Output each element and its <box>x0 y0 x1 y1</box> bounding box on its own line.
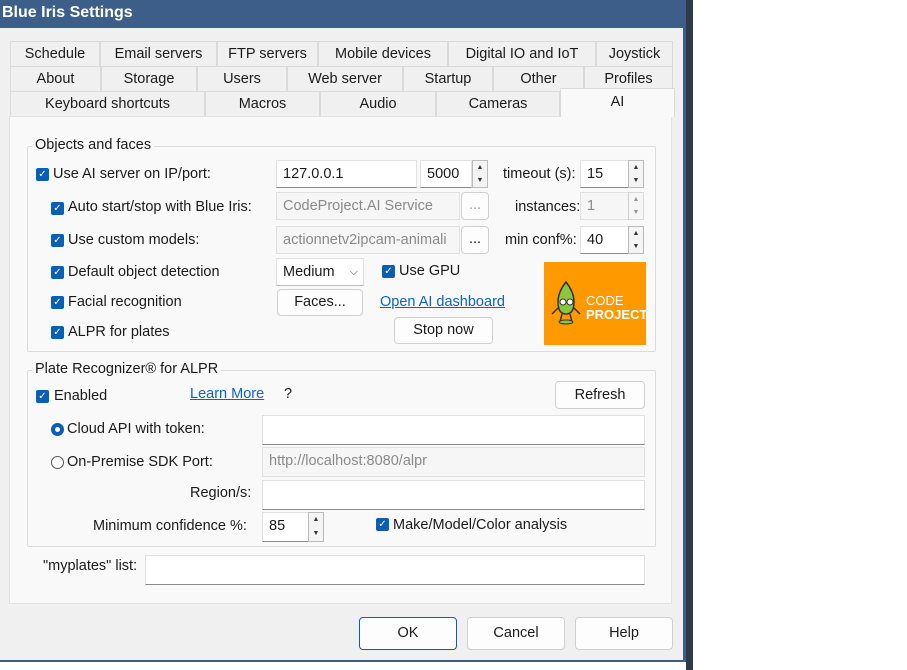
plate-min-conf-label: Minimum confidence %: <box>93 518 247 534</box>
tab-email-servers[interactable]: Email servers <box>100 41 217 66</box>
service-browse-button[interactable]: ... <box>461 192 489 220</box>
custom-models-label: Use custom models: <box>68 232 200 248</box>
tab-cameras[interactable]: Cameras <box>436 91 560 116</box>
tab-ftp-servers[interactable]: FTP servers <box>217 41 318 66</box>
facial-recognition-label: Facial recognition <box>68 294 182 310</box>
min-conf-spinner[interactable]: ▲ ▼ <box>628 226 644 254</box>
region-label: Region/s: <box>190 485 252 501</box>
help-question[interactable]: ? <box>284 386 292 402</box>
tab-audio[interactable]: Audio <box>320 91 436 116</box>
ai-ip-field[interactable]: 127.0.0.1 <box>276 160 417 188</box>
ok-button[interactable]: OK <box>359 617 457 650</box>
detection-mode-select[interactable]: Medium ⌵ <box>276 258 364 286</box>
ai-port-field[interactable]: 5000 <box>420 160 472 188</box>
cloud-api-radio[interactable] <box>51 423 64 436</box>
on-premise-port-field[interactable]: http://localhost:8080/alpr <box>262 447 645 477</box>
plate-group-title: Plate Recognizer® for ALPR <box>32 361 222 377</box>
auto-start-label: Auto start/stop with Blue Iris: <box>68 199 252 215</box>
custom-models-checkbox[interactable]: ✓ <box>51 234 64 247</box>
alpr-label: ALPR for plates <box>68 324 170 340</box>
arrow-up-icon[interactable]: ▲ <box>309 513 323 527</box>
custom-models-field[interactable]: actionnetv2ipcam-animali <box>276 226 460 254</box>
default-detection-checkbox[interactable]: ✓ <box>51 266 64 279</box>
learn-more-link[interactable]: Learn More <box>190 386 264 402</box>
arrow-down-icon[interactable]: ▼ <box>629 206 643 219</box>
codeproject-logo: CODE PROJECT <box>544 262 647 345</box>
arrow-up-icon[interactable]: ▲ <box>629 227 643 240</box>
use-ai-server-label: Use AI server on IP/port: <box>53 166 211 182</box>
arrow-up-icon[interactable]: ▲ <box>629 161 643 174</box>
myplates-field[interactable] <box>145 555 645 585</box>
timeout-label: timeout (s): <box>503 166 576 182</box>
instances-field[interactable]: 1 <box>580 192 629 220</box>
arrow-down-icon[interactable]: ▼ <box>629 240 643 253</box>
tab-schedule[interactable]: Schedule <box>10 41 100 66</box>
use-ai-server-checkbox[interactable]: ✓ <box>36 168 49 181</box>
instances-spinner[interactable]: ▲ ▼ <box>628 192 644 220</box>
help-button[interactable]: Help <box>575 617 673 650</box>
tab-ai[interactable]: AI <box>560 88 675 117</box>
tab-digital-io[interactable]: Digital IO and IoT <box>448 41 596 66</box>
use-gpu-label: Use GPU <box>399 263 461 279</box>
plate-enabled-label: Enabled <box>54 388 108 404</box>
min-conf-field[interactable]: 40 <box>580 226 629 254</box>
on-premise-radio[interactable] <box>51 456 64 469</box>
tab-joystick[interactable]: Joystick <box>596 41 673 66</box>
tab-web-server[interactable]: Web server <box>287 66 403 91</box>
default-detection-label: Default object detection <box>68 264 220 280</box>
stop-now-button[interactable]: Stop now <box>394 317 493 344</box>
models-browse-button[interactable]: ... <box>461 226 489 254</box>
tab-storage[interactable]: Storage <box>101 66 197 91</box>
auto-start-checkbox[interactable]: ✓ <box>51 202 64 215</box>
timeout-field[interactable]: 15 <box>580 160 629 188</box>
plate-enabled-checkbox[interactable]: ✓ <box>36 390 49 403</box>
chevron-down-icon: ⌵ <box>349 266 358 278</box>
myplates-label: "myplates" list: <box>43 558 138 574</box>
cloud-api-label: Cloud API with token: <box>67 421 205 437</box>
svg-text:PROJECT: PROJECT <box>586 307 646 322</box>
svg-text:CODE: CODE <box>586 293 624 308</box>
use-gpu-checkbox[interactable]: ✓ <box>382 265 395 278</box>
arrow-down-icon[interactable]: ▼ <box>629 174 643 187</box>
ai-service-field[interactable]: CodeProject.AI Service <box>276 192 460 220</box>
tab-users[interactable]: Users <box>197 66 287 91</box>
arrow-up-icon[interactable]: ▲ <box>473 161 487 174</box>
mmc-label: Make/Model/Color analysis <box>393 517 568 533</box>
cloud-token-field[interactable] <box>262 415 645 445</box>
tab-keyboard-shortcuts[interactable]: Keyboard shortcuts <box>10 91 205 116</box>
refresh-button[interactable]: Refresh <box>555 381 645 409</box>
arrow-up-icon[interactable]: ▲ <box>629 193 643 206</box>
tab-mobile-devices[interactable]: Mobile devices <box>318 41 448 66</box>
faces-button[interactable]: Faces... <box>277 289 363 316</box>
tab-startup[interactable]: Startup <box>403 66 493 91</box>
instances-label: instances: <box>515 199 581 215</box>
port-spinner[interactable]: ▲ ▼ <box>472 160 488 188</box>
open-ai-dashboard-link[interactable]: Open AI dashboard <box>380 294 505 310</box>
cancel-button[interactable]: Cancel <box>467 617 565 650</box>
facial-recognition-checkbox[interactable]: ✓ <box>51 296 64 309</box>
tab-macros[interactable]: Macros <box>205 91 320 116</box>
arrow-down-icon[interactable]: ▼ <box>473 174 487 187</box>
arrow-down-icon[interactable]: ▼ <box>309 527 323 541</box>
on-premise-label: On-Premise SDK Port: <box>67 454 213 470</box>
detection-mode-value: Medium <box>283 264 335 280</box>
plate-min-conf-field[interactable]: 85 <box>262 512 310 542</box>
timeout-spinner[interactable]: ▲ ▼ <box>628 160 644 188</box>
mmc-checkbox[interactable]: ✓ <box>376 518 389 531</box>
plate-min-conf-spinner[interactable]: ▲ ▼ <box>308 512 324 542</box>
min-conf-label: min conf%: <box>505 232 577 248</box>
objects-group-title: Objects and faces <box>32 137 155 153</box>
window-edge <box>686 0 693 670</box>
alpr-checkbox[interactable]: ✓ <box>51 326 64 339</box>
window-title: Blue Iris Settings <box>2 4 133 21</box>
tab-about[interactable]: About <box>10 66 101 91</box>
region-field[interactable] <box>262 480 645 510</box>
codeproject-mascot-icon: CODE PROJECT <box>551 280 647 325</box>
